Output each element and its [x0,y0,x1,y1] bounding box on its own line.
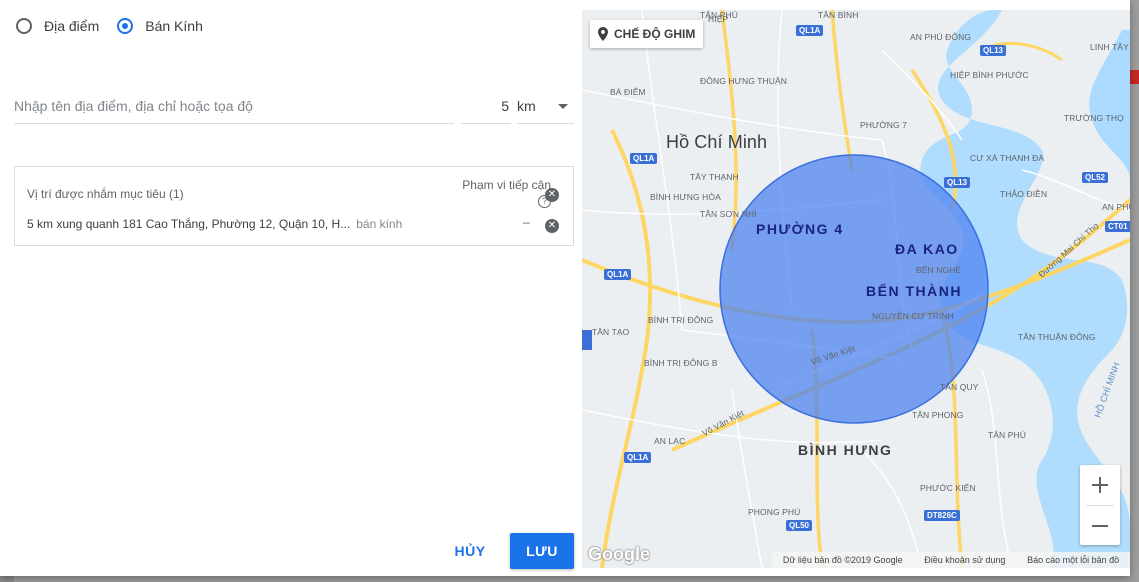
targeted-locations-header: Vị trí được nhắm mục tiêu (1) [27,187,184,201]
map-place-label: PHƯỚC KIỂN [920,483,976,493]
map-place-label: LINH TÂY [1090,42,1129,52]
remove-location-icon[interactable]: ✕ [545,219,559,233]
pin-mode-button[interactable]: CHẾ ĐỘ GHIM [590,20,704,48]
map-place-label: AN PHÚ [1102,202,1130,212]
map-place-label: THẢO ĐIỀN [1000,189,1048,199]
zoom-in-button[interactable] [1080,465,1120,505]
map-place-label: ĐÔNG HƯNG THUẬN [700,76,787,86]
location-dialog: Địa điểm Bán Kính Nhập tên địa điểm, địa… [0,0,1130,576]
map-place-label: TÂN PHÚ [700,10,739,20]
map-place-label: TÂN BÌNH [818,10,859,20]
dropdown-caret-icon [558,104,568,109]
map-place-label: TÂN PHONG [912,410,964,420]
map-place-label: HIỆP BÌNH PHƯỚC [950,70,1029,80]
zoom-out-button[interactable] [1080,506,1120,546]
map-place-label: AN LẠC [654,436,686,446]
map-place-label: TÂY THẠNH [690,172,739,182]
map-place-label: PHƯỜNG 7 [860,120,907,130]
map-place-label: BÌNH TRỊ ĐÔNG B [644,358,718,368]
radio-location-label: Địa điểm [44,18,100,34]
map-district-label: PHƯỜNG 4 [756,221,844,237]
targeted-location-text: 5 km xung quanh 181 Cao Thắng, Phường 12… [27,217,351,231]
save-button[interactable]: LƯU [510,533,574,569]
highway-shield: QL52 [1082,172,1109,183]
highway-shield: QL1A [624,452,652,463]
radio-checked-icon[interactable] [117,18,134,34]
radius-unit-select[interactable]: km [517,92,574,124]
radius-unit-value: km [517,98,536,114]
highway-shield: DT826C [924,510,960,521]
map-place-label: TÂN TẠO [592,327,630,337]
radio-unchecked-icon[interactable] [16,18,32,34]
map-place-label: BÌNH TRỊ ĐÔNG [648,315,714,325]
highway-shield: QL50 [786,520,813,531]
highway-shield: CT01 [1105,221,1130,232]
map-place-label: CƯ XÁ THANH ĐA [970,153,1045,163]
highway-shield: QL13 [944,177,971,188]
cancel-button[interactable]: HỦY [440,534,500,568]
highway-shield: QL1A [630,153,658,164]
location-mode-radio-group: Địa điểm Bán Kính [16,18,221,34]
radio-radius[interactable]: Bán Kính [117,18,203,34]
map-data-credit: Dữ liệu bản đồ ©2019 Google [782,555,903,565]
map-district-label: BÌNH HƯNG [798,442,893,458]
map-city-label: Hồ Chí Minh [666,132,768,152]
map-place-label: BẾN NGHÉ [916,265,962,275]
pin-mode-label: CHẾ ĐỘ GHIM [614,27,696,41]
targeted-locations-panel: Vị trí được nhắm mục tiêu (1) Phạm vi ti… [14,166,574,246]
terms-of-use-link[interactable]: Điều khoản sử dụng [924,555,1005,565]
reach-header-label: Phạm vi tiếp cận [462,178,551,192]
map-canvas [582,10,1130,568]
radio-location[interactable]: Địa điểm [16,18,99,34]
map-place-label: AN PHÚ ĐÔNG [910,32,972,42]
map-place-label: TRƯỜNG THỌ [1064,113,1124,123]
google-logo: Google [588,544,650,564]
location-search-input[interactable]: Nhập tên địa điểm, địa chỉ hoặc tọa độ [14,92,454,124]
minus-icon [1092,525,1108,527]
map[interactable]: CHẾ ĐỘ GHIM Hồ Chí Minh PHƯỜNG 4 ĐA KAO … [582,10,1130,568]
reach-header: Phạm vi tiếp cận? [455,177,551,209]
background-accent-right [1130,70,1139,84]
map-place-label: TÂN PHÚ [988,430,1027,440]
map-place-label: TÂN SƠN NHÌ [700,209,757,219]
map-place-label: BÀ ĐIỂM [610,87,646,97]
targeted-location-type: bán kính [356,217,403,231]
radio-radius-label: Bán Kính [145,18,203,34]
highway-shield: QL13 [980,45,1007,56]
highway-shield: QL1A [604,269,632,280]
map-place-label: TÂN QUY [940,382,979,392]
map-district-label: ĐA KAO [895,241,959,257]
highway-shield: QL1A [796,25,824,36]
plus-icon-stroke [1099,477,1101,493]
targeted-location-item: 5 km xung quanh 181 Cao Thắng, Phường 12… [27,217,402,231]
map-attribution: Dữ liệu bản đồ ©2019 Google Điều khoản s… [772,552,1130,568]
targeted-location-reach: – [523,215,530,229]
map-district-label: BẾN THÀNH [866,283,962,299]
map-place-label: NGUYỄN CƯ TRINH [872,311,954,321]
report-map-error-link[interactable]: Báo cáo một lỗi bản đồ [1027,555,1119,565]
zoom-controls [1080,465,1120,545]
map-place-label: BÌNH HƯNG HÒA [650,192,721,202]
map-pin-icon [598,27,608,41]
radius-value-input[interactable]: 5 [461,92,511,124]
location-form: Địa điểm Bán Kính Nhập tên địa điểm, địa… [0,0,582,576]
remove-all-icon[interactable]: ✕ [545,188,559,202]
map-place-label: TÂN THUẬN ĐÔNG [1018,332,1096,342]
map-place-label: PHONG PHÚ [748,507,801,517]
